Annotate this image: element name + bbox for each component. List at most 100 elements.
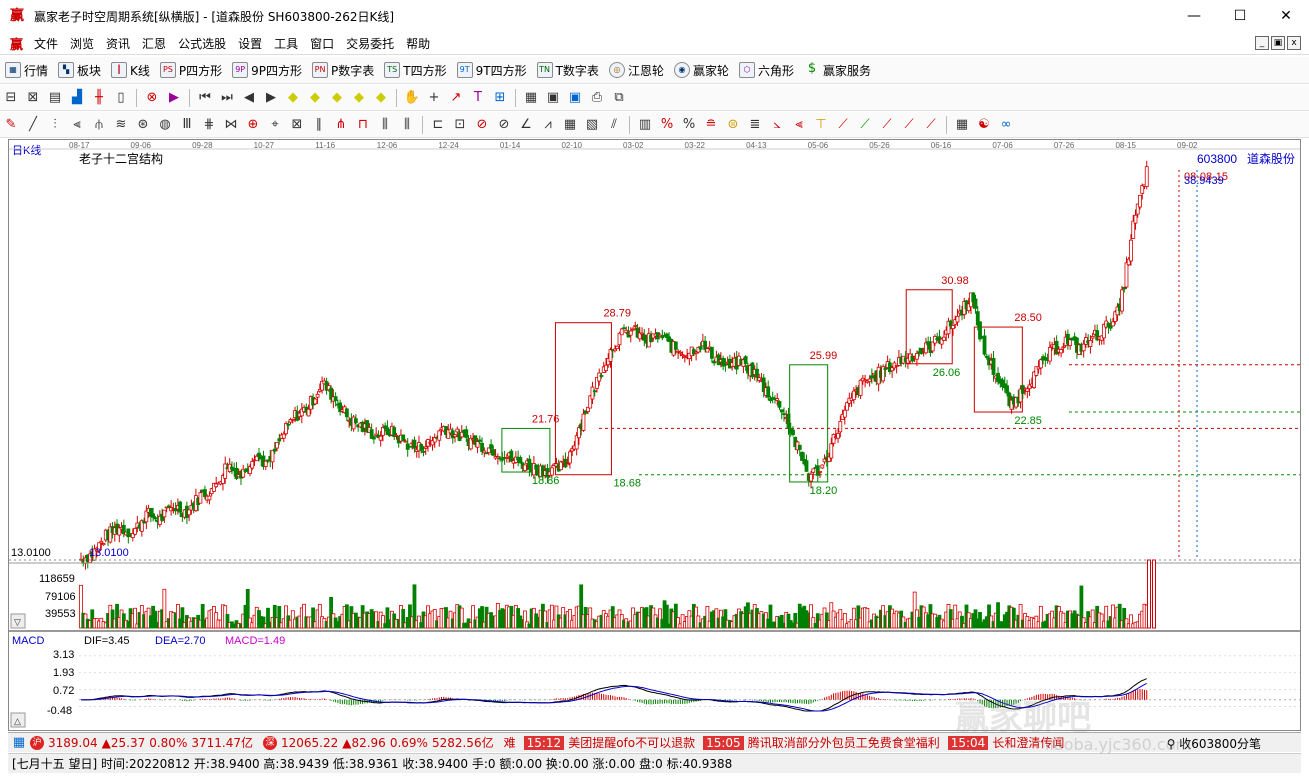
angle2-icon[interactable]: ⦣ (768, 116, 786, 134)
spiral-icon[interactable]: ⌖ (266, 116, 284, 134)
diamond-left-icon[interactable]: ◆ (328, 89, 346, 107)
diamond-up-icon[interactable]: ◆ (284, 89, 302, 107)
pen-icon[interactable]: ✎ (2, 116, 20, 134)
text-tool-icon[interactable]: T (469, 89, 487, 107)
toolbar-quotes-button[interactable]: ▦ 行情 (0, 62, 53, 79)
channel-icon[interactable]: ∥ (310, 116, 328, 134)
toolbar-t-number-button[interactable]: TN T数字表 (532, 62, 604, 79)
flag-icon[interactable]: ▶ (165, 89, 183, 107)
export-icon[interactable]: ⧉ (610, 89, 628, 107)
rect-icon[interactable]: ⊏ (429, 116, 447, 134)
matrix-icon[interactable]: ▦ (561, 116, 579, 134)
zoom-icon[interactable]: ⊞ (491, 89, 509, 107)
fib-icon[interactable]: ⋕ (200, 116, 218, 134)
calculator-icon[interactable]: ▣ (544, 89, 562, 107)
diamond-expand-icon[interactable]: ◆ (372, 89, 390, 107)
menu-formula[interactable]: 公式选股 (172, 35, 232, 52)
layout-dropdown-icon[interactable]: ⊟ (2, 89, 20, 107)
close-button[interactable]: ✕ (1263, 0, 1309, 32)
diag-icon[interactable]: ▧ (583, 116, 601, 134)
maximize-button[interactable]: ☐ (1217, 0, 1263, 32)
cycle-icon[interactable]: ⊛ (134, 116, 152, 134)
index-sz[interactable]: 深 12065.22 ▲82.96 0.69% 5282.56亿 (262, 734, 494, 751)
calendar-icon[interactable]: ▦ (522, 89, 540, 107)
print-icon[interactable]: ⎙ (588, 89, 606, 107)
diamond-down-icon[interactable]: ◆ (306, 89, 324, 107)
circles-icon[interactable]: ◍ (156, 116, 174, 134)
candles-icon[interactable]: ╫ (90, 89, 108, 107)
candle-dropdown-icon[interactable]: ▯ (112, 89, 130, 107)
gann-icon[interactable]: ⋈ (222, 116, 240, 134)
lines-icon[interactable]: ≣ (746, 116, 764, 134)
ruler-icon[interactable]: ▥ (636, 116, 654, 134)
target-icon[interactable]: ⊕ (244, 116, 262, 134)
crosshair-window-icon[interactable]: ⊠ (24, 89, 42, 107)
toolbar-t-square-button[interactable]: TS T四方形 (379, 62, 451, 79)
infinity-icon[interactable]: ∞ (997, 116, 1015, 134)
ratio-icon[interactable]: ≘ (702, 116, 720, 134)
wave-icon[interactable]: ≋ (112, 116, 130, 134)
first-icon[interactable]: ⏮ (196, 89, 214, 107)
fork-icon[interactable]: ⫛ (90, 116, 108, 134)
menu-trade[interactable]: 交易委托 (340, 35, 400, 52)
document-icon[interactable]: ▤ (46, 89, 64, 107)
measure3-icon[interactable]: ⟋ (878, 116, 896, 134)
prev-icon[interactable]: ◀ (240, 89, 258, 107)
toolbar-sector-button[interactable]: ▚ 板块 (53, 62, 106, 79)
measure-icon[interactable]: ⟋ (834, 116, 852, 134)
fib-levels-icon[interactable]: ⊤ (812, 116, 830, 134)
menu-info[interactable]: 资讯 (100, 35, 136, 52)
fan-icon[interactable]: ⫶ (46, 116, 64, 134)
hand-icon[interactable]: ✋ (403, 89, 421, 107)
toolbar-kline-button[interactable]: ┃ K线 (106, 62, 155, 79)
toolbar-hexagon-button[interactable]: ⬡ 六角形 (734, 62, 799, 79)
toolbar-gann-wheel-button[interactable]: ◎ 江恩轮 (604, 62, 669, 79)
angle-icon[interactable]: ∠ (517, 116, 535, 134)
kline-chart[interactable]: 08-17 09-06 09-28 10-27 11-16 12-06 12-24 01-14… (9, 140, 1300, 730)
percent-box-icon[interactable]: % (658, 116, 676, 134)
measure4-icon[interactable]: ⟋ (900, 116, 918, 134)
yin-yang-icon[interactable]: ☯ (975, 116, 993, 134)
grid-tool-icon[interactable]: ⊠ (288, 116, 306, 134)
mdi-restore-button[interactable]: ▣ (1271, 36, 1285, 50)
bar-chart-icon[interactable]: ▟ (68, 89, 86, 107)
zigzag-icon[interactable]: ⩘ (539, 116, 557, 134)
bars-icon[interactable]: Ⅲ (178, 116, 196, 134)
rect3-icon[interactable]: ⊘ (473, 116, 491, 134)
rect2-icon[interactable]: ⊡ (451, 116, 469, 134)
menu-help[interactable]: 帮助 (400, 35, 436, 52)
measure5-icon[interactable]: ⟋ (922, 116, 940, 134)
chart-area[interactable]: 08-17 09-06 09-28 10-27 11-16 12-06 12-24 01-14… (8, 139, 1301, 731)
last-icon[interactable]: ⏭ (218, 89, 236, 107)
fan2-icon[interactable]: ⫷ (68, 116, 86, 134)
coin-icon[interactable]: ⊜ (724, 116, 742, 134)
menu-tools[interactable]: 工具 (268, 35, 304, 52)
keyboard-icon[interactable]: ▦ (10, 734, 28, 752)
measure2-icon[interactable]: ⟋ (856, 116, 874, 134)
mdi-close-button[interactable]: x (1287, 36, 1301, 50)
trend-icon[interactable]: ⋔ (332, 116, 350, 134)
toolbar-9t-square-button[interactable]: 9T 9T四方形 (452, 62, 532, 79)
crosshair-icon[interactable]: + (425, 89, 443, 107)
period2-icon[interactable]: ⫼ (398, 116, 416, 134)
news-item-2[interactable]: 腾讯取消部分外包员工免费食堂福利 (748, 734, 940, 751)
next-icon[interactable]: ▶ (262, 89, 280, 107)
toolbar-p-number-button[interactable]: PN P数字表 (307, 62, 379, 79)
minimize-button[interactable]: — (1171, 0, 1217, 32)
toolbar-p-square-button[interactable]: PS P四方形 (155, 62, 227, 79)
line-tool-icon[interactable]: ↗ (447, 89, 465, 107)
toolbar-service-button[interactable]: $ 赢家服务 (799, 62, 876, 79)
index-sh[interactable]: 沪 3189.04 ▲25.37 0.80% 3711.47亿 (30, 734, 253, 751)
menu-browse[interactable]: 浏览 (64, 35, 100, 52)
table-icon[interactable]: ▦ (953, 116, 971, 134)
percent-icon[interactable]: % (680, 116, 698, 134)
toolbar-9p-square-button[interactable]: 9P 9P四方形 (227, 62, 307, 79)
fib-fan-icon[interactable]: ⫷ (790, 116, 808, 134)
menu-settings[interactable]: 设置 (232, 35, 268, 52)
save-icon[interactable]: ▣ (566, 89, 584, 107)
menu-window[interactable]: 窗口 (304, 35, 340, 52)
slash-icon[interactable]: ⫽ (605, 116, 623, 134)
period-icon[interactable]: ⫼ (376, 116, 394, 134)
news-item-1[interactable]: 美团提醒ofo不可以退款 (568, 734, 695, 751)
mdi-minimize-button[interactable]: _ (1255, 36, 1269, 50)
